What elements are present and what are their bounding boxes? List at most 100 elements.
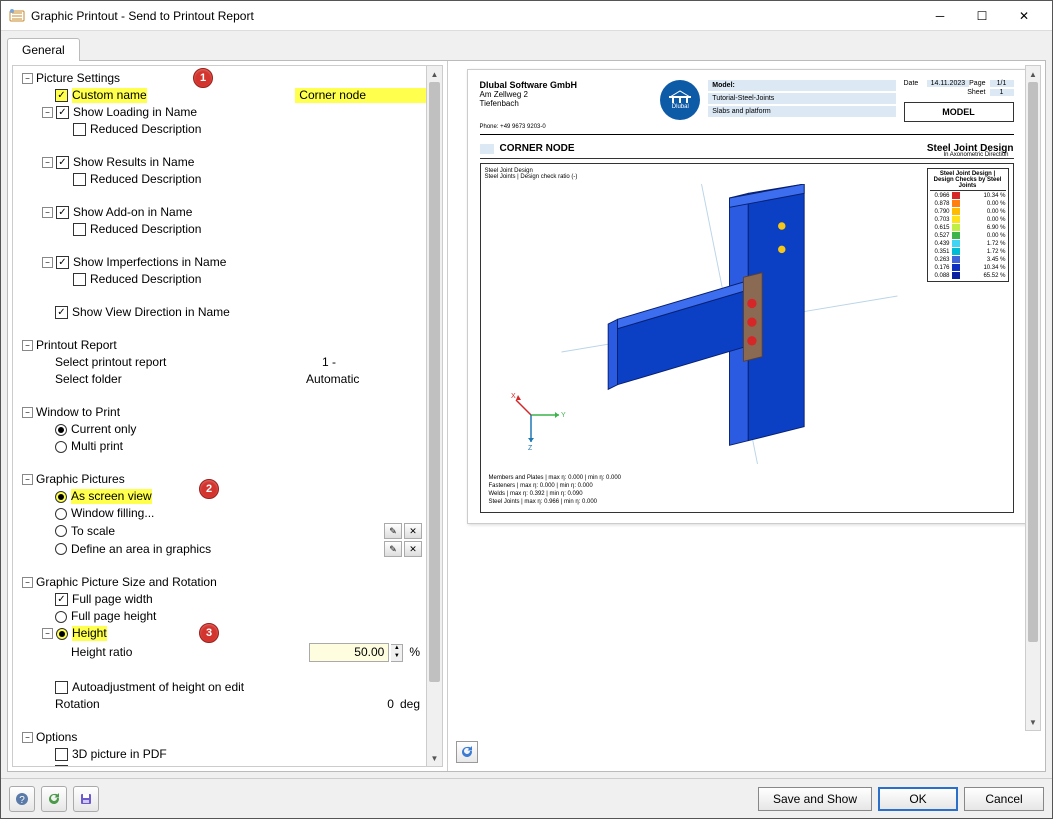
checkbox-reduced-desc-4[interactable] (73, 273, 86, 286)
checkbox-autoadjust[interactable] (55, 681, 68, 694)
radio-window-filling[interactable] (55, 508, 67, 520)
scroll-down-icon[interactable]: ▼ (427, 750, 442, 766)
radio-to-scale[interactable] (55, 525, 67, 537)
checkbox-show-addon[interactable] (56, 206, 69, 219)
label-window-filling: Window filling... (71, 506, 154, 521)
section-picture-settings: Picture Settings (36, 71, 120, 86)
value-rotation[interactable]: 0 (387, 697, 394, 712)
preview-scrollbar[interactable]: ▲ ▼ (1025, 65, 1041, 731)
collapse-icon[interactable]: − (42, 257, 53, 268)
radio-height[interactable] (56, 628, 68, 640)
collapse-icon[interactable]: − (22, 732, 33, 743)
tab-general[interactable]: General (7, 38, 80, 61)
legend-row: 0.2633.45 % (930, 256, 1006, 263)
delete-area-button[interactable]: ✕ (404, 541, 422, 557)
tree-scrollbar[interactable]: ▲ ▼ (426, 66, 442, 766)
reset-button[interactable] (41, 786, 67, 812)
checkbox-reduced-desc-3[interactable] (73, 223, 86, 236)
close-button[interactable]: ✕ (1004, 2, 1044, 30)
preview-page: Dlubal Software GmbH Am Zellweg 2 Tiefen… (467, 69, 1027, 524)
help-button[interactable]: ? (9, 786, 35, 812)
radio-as-screen-view[interactable] (55, 491, 67, 503)
label-3d-pdf: 3D picture in PDF (72, 747, 167, 762)
value-select-printout[interactable]: 1 - (322, 355, 426, 370)
scroll-thumb[interactable] (429, 82, 440, 682)
sub-header: CORNER NODE Steel Joint Design (480, 139, 1014, 159)
checkbox-show-view-dir[interactable] (55, 306, 68, 319)
radio-multi-print[interactable] (55, 441, 67, 453)
checkbox-reduced-desc-2[interactable] (73, 173, 86, 186)
radio-full-page-height[interactable] (55, 611, 67, 623)
minimize-button[interactable]: ─ (920, 2, 960, 30)
model-label: Model: (712, 82, 735, 89)
collapse-icon[interactable]: − (42, 628, 53, 639)
collapse-icon[interactable]: − (22, 577, 33, 588)
label-reduced-desc: Reduced Description (90, 122, 201, 137)
checkbox-reduced-desc-1[interactable] (73, 123, 86, 136)
sheet-label: Sheet (962, 89, 986, 96)
bullet-icon (480, 144, 494, 154)
preview-viewport: Dlubal Software GmbH Am Zellweg 2 Tiefen… (452, 65, 1041, 731)
scroll-down-icon[interactable]: ▼ (1026, 714, 1040, 730)
figure-notes: Members and Plates | max η: 0.000 | min … (489, 474, 622, 506)
badge-1: 1 (193, 68, 213, 88)
value-custom-name[interactable]: Corner node (295, 88, 426, 103)
radio-current-only[interactable] (55, 424, 67, 436)
checkbox-show-imperfections[interactable] (56, 256, 69, 269)
delete-scale-button[interactable]: ✕ (404, 523, 422, 539)
label-custom-name: Custom name (72, 88, 147, 103)
checkbox-3d-pdf[interactable] (55, 748, 68, 761)
scroll-thumb[interactable] (1028, 82, 1038, 642)
ok-button[interactable]: OK (878, 787, 958, 811)
legend-row: 0.96610.34 % (930, 192, 1006, 199)
checkbox-interaction-diagram[interactable] (55, 765, 68, 767)
label-select-printout: Select printout report (55, 355, 166, 370)
edit-area-button[interactable]: ✎ (384, 541, 402, 557)
radio-define-area[interactable] (55, 543, 67, 555)
collapse-icon[interactable]: − (22, 340, 33, 351)
height-ratio-spinner[interactable]: ▲▼ (391, 644, 403, 662)
footer-bar: ? Save and Show OK Cancel (1, 778, 1052, 818)
legend-row: 0.7900.00 % (930, 208, 1006, 215)
cancel-button[interactable]: Cancel (964, 787, 1044, 811)
collapse-icon[interactable]: − (22, 73, 33, 84)
collapse-icon[interactable]: − (42, 207, 53, 218)
legend-row: 0.4391.72 % (930, 240, 1006, 247)
refresh-preview-button[interactable] (456, 741, 478, 763)
checkbox-custom-name[interactable] (55, 89, 68, 102)
company-addr2: Tiefenbach (480, 99, 653, 108)
value-select-folder[interactable]: Automatic (306, 372, 426, 387)
badge-3: 3 (199, 623, 219, 643)
save-and-show-button[interactable]: Save and Show (758, 787, 872, 811)
figure-direction: In Axonometric Direction (943, 152, 1008, 158)
label-height-ratio: Height ratio (71, 645, 132, 660)
scroll-up-icon[interactable]: ▲ (427, 66, 442, 82)
checkbox-show-loading[interactable] (56, 106, 69, 119)
scroll-up-icon[interactable]: ▲ (1026, 66, 1040, 82)
label-height: Height (72, 626, 107, 641)
label-interaction-diagram: Interaction diagram | Result table (72, 764, 248, 767)
collapse-icon[interactable]: − (22, 474, 33, 485)
collapse-icon[interactable]: − (42, 157, 53, 168)
page-header: Dlubal Software GmbH Am Zellweg 2 Tiefen… (480, 80, 1014, 135)
checkbox-full-page-width[interactable] (55, 593, 68, 606)
collapse-icon[interactable]: − (22, 407, 33, 418)
unit-height-ratio: % (409, 645, 420, 660)
unit-rotation: deg (400, 697, 420, 712)
input-height-ratio[interactable]: 50.00 (309, 643, 389, 662)
label-full-page-width: Full page width (72, 592, 153, 607)
save-settings-button[interactable] (73, 786, 99, 812)
collapse-icon[interactable]: − (42, 107, 53, 118)
app-window: Graphic Printout - Send to Printout Repo… (0, 0, 1053, 819)
maximize-button[interactable]: ☐ (962, 2, 1002, 30)
legend-row: 0.8780.00 % (930, 200, 1006, 207)
svg-text:Z: Z (528, 445, 533, 450)
dlubal-logo: Dlubal (660, 80, 700, 120)
label-reduced-desc: Reduced Description (90, 272, 201, 287)
checkbox-show-results[interactable] (56, 156, 69, 169)
svg-text:X: X (511, 393, 516, 400)
edit-scale-button[interactable]: ✎ (384, 523, 402, 539)
date-label: Date (904, 80, 923, 87)
label-rotation: Rotation (55, 697, 100, 712)
tabs: General (7, 37, 1046, 60)
